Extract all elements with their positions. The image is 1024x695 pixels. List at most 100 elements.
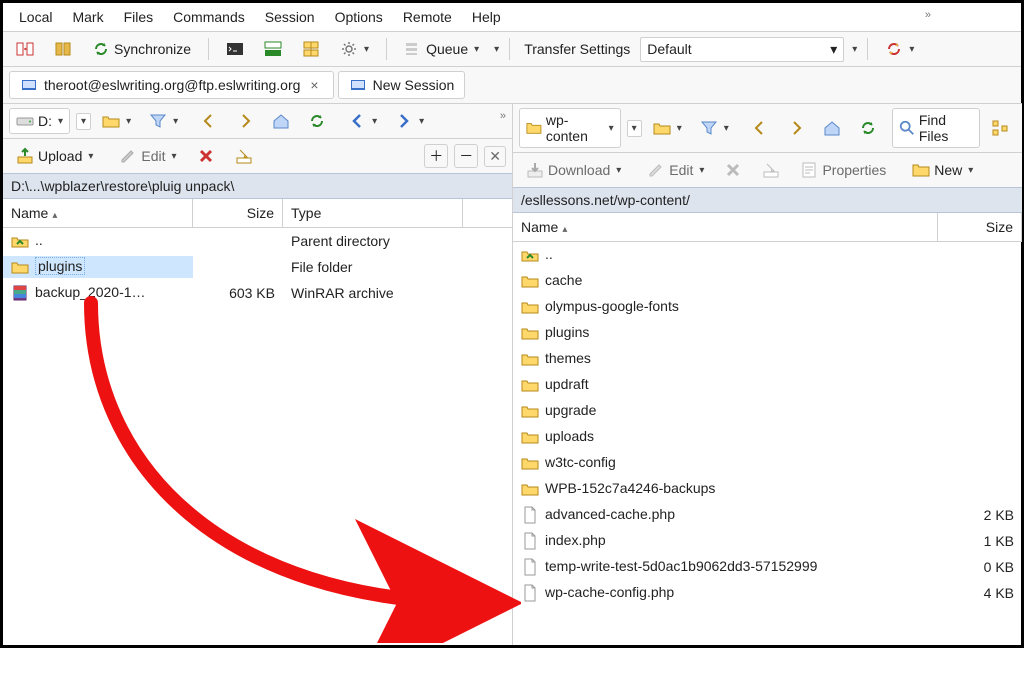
sync-browse-button[interactable]: [47, 36, 79, 62]
list-item[interactable]: uploads: [513, 424, 1022, 450]
local-drive-select[interactable]: D:▾: [9, 108, 70, 134]
tab-session[interactable]: theroot@eslwriting.org@ftp.eslwriting.or…: [9, 71, 334, 99]
file-size-cell: [938, 383, 1022, 387]
local-path[interactable]: D:\...\wpblazer\restore\pluig unpack\: [3, 173, 512, 199]
session-icon: [20, 76, 38, 94]
local-delete-button[interactable]: [190, 143, 222, 169]
local-forward-button[interactable]: [229, 108, 261, 134]
list-item[interactable]: cache: [513, 268, 1022, 294]
file-name-cell: w3tc-config: [513, 452, 938, 474]
local-history-back[interactable]: ▾: [341, 108, 384, 134]
tab-new-session[interactable]: New Session: [338, 71, 466, 99]
list-item[interactable]: w3tc-config: [513, 450, 1022, 476]
file-name-cell: uploads: [513, 426, 938, 448]
local-edit-button[interactable]: Edit▾: [112, 143, 183, 169]
overflow-chevron[interactable]: »: [925, 9, 931, 21]
local-filter-button[interactable]: ▾: [142, 108, 185, 134]
local-rename-button[interactable]: [228, 143, 260, 169]
terminal-button[interactable]: [219, 36, 251, 62]
local-drive-dropdown[interactable]: ▾: [76, 113, 91, 130]
find-files-button[interactable]: Find Files: [892, 108, 980, 148]
list-item[interactable]: wp-cache-config.php4 KB: [513, 580, 1022, 606]
list-item[interactable]: WPB-152c7a4246-backups: [513, 476, 1022, 502]
compare-dirs-button[interactable]: [9, 36, 41, 62]
remote-drive-dropdown[interactable]: ▾: [627, 120, 642, 137]
local-col-name[interactable]: Name▴: [3, 199, 193, 227]
forward-icon: [236, 112, 254, 130]
remote-new-button[interactable]: New▾: [905, 157, 980, 183]
remote-col-size[interactable]: Size: [938, 213, 1022, 241]
local-col-type[interactable]: Type: [283, 199, 463, 227]
upload-button[interactable]: Upload▾: [9, 143, 100, 169]
search-icon: [899, 119, 915, 137]
menu-session[interactable]: Session: [257, 5, 323, 29]
file-size-cell: 4 KB: [938, 583, 1022, 603]
list-item[interactable]: backup_2020-1…603 KBWinRAR archive: [3, 280, 512, 306]
menu-commands[interactable]: Commands: [165, 5, 253, 29]
list-item[interactable]: plugins: [513, 320, 1022, 346]
local-back-button[interactable]: [193, 108, 225, 134]
remote-rename-button[interactable]: [755, 157, 787, 183]
remote-actionbar: Download▾ Edit▾ Properties New▾: [513, 152, 1022, 187]
menu-options[interactable]: Options: [327, 5, 391, 29]
delete-icon: [724, 161, 742, 179]
menu-local[interactable]: Local: [11, 5, 60, 29]
remote-refresh-button[interactable]: [852, 115, 884, 141]
terminal-icon: [226, 40, 244, 58]
remote-filter-button[interactable]: ▾: [693, 115, 736, 141]
remote-tree-button[interactable]: [984, 115, 1016, 141]
remote-col-name[interactable]: Name▴: [513, 213, 938, 241]
remote-delete-button[interactable]: [717, 157, 749, 183]
list-item[interactable]: pluginsFile folder: [3, 254, 512, 280]
file-name: uploads: [545, 428, 594, 444]
file-name: index.php: [545, 532, 606, 548]
list-item[interactable]: index.php1 KB: [513, 528, 1022, 554]
local-plus-button[interactable]: ＋: [424, 144, 448, 168]
remote-edit-button[interactable]: Edit▾: [640, 157, 711, 183]
menu-help[interactable]: Help: [464, 5, 509, 29]
list-item[interactable]: advanced-cache.php2 KB: [513, 502, 1022, 528]
overflow-chevron[interactable]: »: [500, 110, 506, 122]
remote-open-button[interactable]: ▾: [646, 115, 689, 141]
file-name-cell: upgrade: [513, 400, 938, 422]
list-item[interactable]: temp-write-test-5d0ac1b9062dd3-571529990…: [513, 554, 1022, 580]
list-item[interactable]: updraft: [513, 372, 1022, 398]
local-minus-button[interactable]: －: [454, 144, 478, 168]
list-item[interactable]: upgrade: [513, 398, 1022, 424]
local-history-fwd[interactable]: ▾: [388, 108, 431, 134]
list-item[interactable]: themes: [513, 346, 1022, 372]
transfer-preset-select[interactable]: Default▾: [640, 37, 844, 62]
local-drive-label: D:: [38, 113, 52, 129]
properties-button[interactable]: Properties: [793, 157, 893, 183]
rar-icon: [11, 284, 29, 302]
file-name-cell: index.php: [513, 530, 938, 552]
reconnect-button[interactable]: ▾: [878, 36, 921, 62]
local-open-button[interactable]: ▾: [95, 108, 138, 134]
remote-path[interactable]: /esllessons.net/wp-content/: [513, 187, 1022, 213]
remote-nav: wp-conten▾ ▾ ▾ ▾ Find Files: [513, 103, 1022, 152]
menu-files[interactable]: Files: [116, 5, 162, 29]
list-item[interactable]: ..: [513, 242, 1022, 268]
remote-forward-button[interactable]: [780, 115, 812, 141]
list-item[interactable]: olympus-google-fonts: [513, 294, 1022, 320]
close-icon[interactable]: ×: [306, 77, 322, 93]
local-home-button[interactable]: [265, 108, 297, 134]
remote-dir-select[interactable]: wp-conten▾: [519, 108, 621, 148]
local-edit-label: Edit: [141, 148, 165, 164]
synchronize-button[interactable]: Synchronize: [85, 36, 198, 62]
menu-remote[interactable]: Remote: [395, 5, 460, 29]
options-button[interactable]: ▾: [333, 36, 376, 62]
remote-back-button[interactable]: [744, 115, 776, 141]
queue-button[interactable]: Queue▾: [397, 36, 486, 62]
local-expand-button[interactable]: ✕: [484, 146, 506, 167]
list-item[interactable]: ..Parent directory: [3, 228, 512, 254]
panels: D:▾ ▾ ▾ ▾ » ▾ ▾ Upload▾ Edit▾ » ＋ － ✕ D: [3, 103, 1021, 645]
menu-mark[interactable]: Mark: [64, 5, 111, 29]
navigation-button[interactable]: [295, 36, 327, 62]
local-refresh-button[interactable]: [301, 108, 333, 134]
download-button[interactable]: Download▾: [519, 157, 628, 183]
local-col-size[interactable]: Size: [193, 199, 283, 227]
remote-columns: Name▴Size: [513, 213, 1022, 242]
toggle-editor-button[interactable]: [257, 36, 289, 62]
remote-home-button[interactable]: [816, 115, 848, 141]
